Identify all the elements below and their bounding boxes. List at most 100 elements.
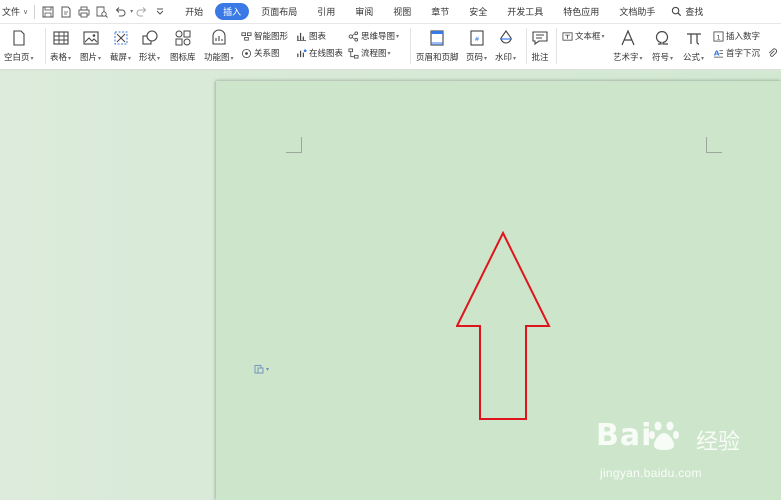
chart-icon <box>296 32 307 41</box>
drop-cap-icon: A <box>713 48 724 58</box>
screenshot-icon <box>111 28 131 48</box>
art-text-button[interactable]: 艺术字▾ <box>613 28 643 63</box>
export-pdf-icon[interactable] <box>59 5 73 19</box>
drop-cap-label: 首字下沉 <box>726 48 761 58</box>
tab-review[interactable]: 审阅 <box>347 3 381 20</box>
tab-special-apps[interactable]: 特色应用 <box>555 3 607 20</box>
screenshot-button[interactable]: 截屏▾ <box>110 28 131 63</box>
header-footer-icon <box>427 28 447 48</box>
tab-chapter[interactable]: 章节 <box>423 3 457 20</box>
divider <box>410 28 411 64</box>
tab-insert[interactable]: 插入 <box>215 3 250 20</box>
page-number-label: 页码 <box>466 52 484 62</box>
shape-icon <box>140 28 160 48</box>
comment-icon <box>530 28 550 48</box>
tab-view[interactable]: 视图 <box>385 3 419 20</box>
header-footer-label: 页眉和页脚 <box>416 52 459 62</box>
ribbon-insert: 空白页▾ 表格▾ 图片▾ 截屏▾ 形状▾ 图标库 功能图▾ 智能图形 关系图 图… <box>0 24 781 70</box>
tab-developer[interactable]: 开发工具 <box>499 3 551 20</box>
ribbon-tabs: 开始 插入 页面布局 引用 审阅 视图 章节 安全 开发工具 特色应用 文档助手… <box>175 0 709 24</box>
text-box-icon <box>562 31 573 41</box>
print-icon[interactable] <box>77 5 91 19</box>
attachment-button[interactable] <box>767 46 780 60</box>
quick-access-toolbar: ▾ <box>39 0 169 24</box>
flow-chart-icon <box>348 48 359 58</box>
insert-number-label: 插入数字 <box>726 31 761 41</box>
mind-map-button[interactable]: 思维导图 ▾ <box>348 29 399 43</box>
search-button[interactable]: 查找 <box>665 5 709 18</box>
function-chart-button[interactable]: 功能图▾ <box>204 28 234 63</box>
save-icon[interactable] <box>41 5 55 19</box>
insert-number-button[interactable]: 1 插入数字 <box>713 29 760 43</box>
watermark-button[interactable]: 水印▾ <box>495 28 516 63</box>
chart-label: 图表 <box>309 31 327 41</box>
chevron-down-icon: ∨ <box>23 8 29 16</box>
comment-label: 批注 <box>531 52 549 62</box>
paperclip-icon <box>768 48 778 57</box>
blank-page-label: 空白页 <box>4 52 30 62</box>
smart-shape-icon <box>241 31 252 41</box>
pi-icon <box>684 28 704 48</box>
page-number-button[interactable]: # 页码▾ <box>466 28 487 63</box>
paste-options-button[interactable]: ▾ <box>254 364 269 374</box>
smart-shape-button[interactable]: 智能图形 <box>241 29 288 43</box>
text-box-label: 文本框 <box>575 31 601 41</box>
file-menu-label: 文件 <box>2 7 21 17</box>
online-chart-label: 在线图表 <box>309 48 344 58</box>
watermark-brand-cn: 经验 <box>696 430 741 455</box>
symbol-button[interactable]: 符号▾ <box>652 28 673 63</box>
customize-toolbar-icon[interactable] <box>153 5 167 19</box>
icon-library-label: 图标库 <box>170 52 196 62</box>
symbol-label: 符号 <box>652 52 670 62</box>
relation-chart-button[interactable]: 关系图 <box>241 46 280 60</box>
page-number-icon: # <box>467 28 487 48</box>
icon-library-button[interactable]: 图标库 <box>170 28 196 63</box>
blank-page-icon <box>9 28 29 48</box>
svg-text:#: # <box>474 36 479 43</box>
tab-doc-assistant[interactable]: 文档助手 <box>611 3 663 20</box>
tab-home[interactable]: 开始 <box>177 3 211 20</box>
chevron-down-icon: ▾ <box>266 366 270 373</box>
divider <box>34 4 36 19</box>
tab-page-layout[interactable]: 页面布局 <box>253 3 305 20</box>
shape-button[interactable]: 形状▾ <box>139 28 160 63</box>
baidu-watermark-logo: Bai 经验 jingyan.baidu.com <box>596 418 781 500</box>
redo-icon[interactable] <box>135 5 149 19</box>
relation-chart-label: 关系图 <box>254 48 280 58</box>
blank-page-button[interactable]: 空白页▾ <box>4 28 34 63</box>
table-label: 表格 <box>50 52 68 62</box>
divider <box>526 28 527 64</box>
mind-map-label: 思维导图 <box>361 31 396 41</box>
omega-icon <box>653 28 673 48</box>
picture-button[interactable]: 图片▾ <box>80 28 101 63</box>
mind-map-icon <box>348 31 359 41</box>
margin-corner-top-right <box>706 137 722 153</box>
undo-dropdown-icon[interactable]: ▾ <box>130 8 133 15</box>
chart-button[interactable]: 图表 <box>296 29 326 43</box>
watermark-icon <box>496 28 516 48</box>
smart-shape-label: 智能图形 <box>254 31 289 41</box>
watermark-url: jingyan.baidu.com <box>600 466 702 480</box>
svg-text:1: 1 <box>716 33 720 41</box>
divider <box>556 28 557 64</box>
function-chart-label: 功能图 <box>204 52 230 62</box>
print-preview-icon[interactable] <box>95 5 109 19</box>
relation-chart-icon <box>241 48 252 58</box>
up-arrow-shape[interactable] <box>456 231 552 421</box>
table-button[interactable]: 表格▾ <box>50 28 71 63</box>
text-box-button[interactable]: 文本框 ▾ <box>562 29 605 43</box>
undo-icon[interactable] <box>113 5 127 19</box>
drop-cap-button[interactable]: A 首字下沉 <box>713 46 760 60</box>
file-menu[interactable]: 文件 ∨ <box>0 0 30 24</box>
screenshot-label: 截屏 <box>110 52 128 62</box>
tab-references[interactable]: 引用 <box>309 3 343 20</box>
comment-button[interactable]: 批注 <box>530 28 550 63</box>
picture-label: 图片 <box>80 52 98 62</box>
online-chart-button[interactable]: 在线图表 <box>296 46 343 60</box>
header-footer-button[interactable]: 页眉和页脚 <box>416 28 459 63</box>
flow-chart-label: 流程图 <box>361 48 387 58</box>
flow-chart-button[interactable]: 流程图 ▾ <box>348 46 391 60</box>
tab-security[interactable]: 安全 <box>461 3 495 20</box>
formula-button[interactable]: 公式▾ <box>683 28 704 63</box>
paste-icon <box>254 365 264 374</box>
